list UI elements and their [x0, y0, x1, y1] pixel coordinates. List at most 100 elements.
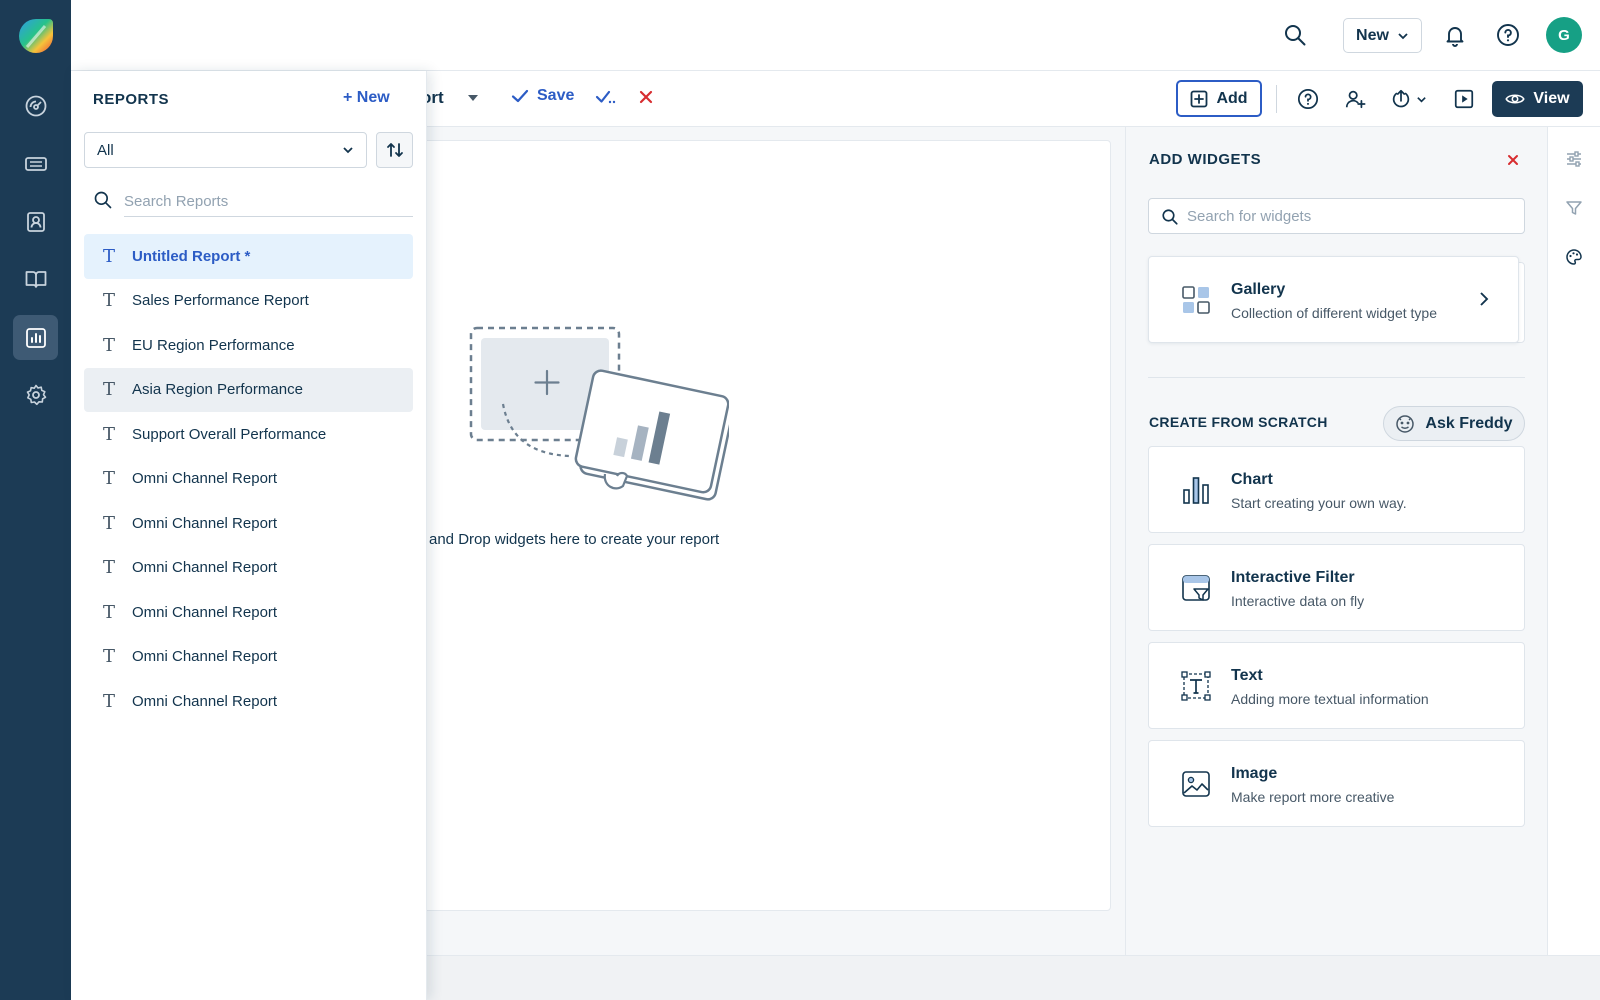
dropzone-instructions: and Drop widgets here to create your rep…: [429, 531, 720, 548]
sort-button[interactable]: [376, 132, 413, 168]
interactive-filter-widget-card[interactable]: Interactive Filter Interactive data on f…: [1148, 544, 1525, 631]
settings-sliders-button[interactable]: [1565, 150, 1583, 168]
app-logo-icon[interactable]: [17, 17, 55, 55]
palette-icon: [1566, 249, 1582, 265]
report-list-item[interactable]: T Untitled Report *: [84, 234, 413, 279]
image-widget-title: Image: [1231, 765, 1278, 782]
global-search-button[interactable]: [1282, 22, 1308, 48]
gallery-title: Gallery: [1231, 281, 1286, 298]
interactive-filter-widget-title: Interactive Filter: [1231, 569, 1355, 586]
help-icon: [1497, 24, 1519, 46]
add-widgets-panel: ADD WIDGETS Gallery Collection of differ…: [1125, 127, 1547, 955]
title-dropdown-button[interactable]: [466, 91, 480, 105]
save-as-button[interactable]: [595, 87, 617, 107]
report-list-item-label: Omni Channel Report: [132, 648, 278, 666]
ask-freddy-button[interactable]: Ask Freddy: [1383, 406, 1525, 441]
knowledge-base-icon: [25, 270, 46, 288]
gallery-icon: [1182, 286, 1210, 314]
report-list-item[interactable]: T Omni Channel Report: [84, 679, 413, 724]
close-icon: [1508, 155, 1518, 165]
save-label: Save: [537, 87, 575, 104]
toolbar-divider: [1276, 85, 1277, 113]
bell-icon: [1446, 27, 1464, 47]
presentation-mode-button[interactable]: [1453, 85, 1475, 113]
chart-widget-card[interactable]: Chart Start creating your own way.: [1148, 446, 1525, 533]
contacts-icon: [26, 211, 45, 232]
report-list-item[interactable]: T Omni Channel Report: [84, 590, 413, 635]
widgets-divider: [1148, 377, 1525, 378]
text-widget-card[interactable]: Text Adding more textual information: [1148, 642, 1525, 729]
gallery-card[interactable]: Gallery Collection of different widget t…: [1148, 256, 1519, 343]
report-list-item-label: Omni Channel Report: [132, 559, 278, 577]
view-button[interactable]: View: [1492, 81, 1583, 117]
report-list-item[interactable]: T Omni Channel Report: [84, 501, 413, 546]
chevron-down-icon: [1417, 96, 1426, 103]
user-avatar[interactable]: G: [1546, 17, 1582, 53]
chart-widget-title: Chart: [1231, 471, 1273, 488]
report-help-button[interactable]: [1297, 85, 1319, 113]
settings-icon: [26, 384, 46, 405]
gallery-subtitle: Collection of different widget type: [1231, 305, 1437, 321]
search-icon: [1285, 25, 1306, 46]
text-report-icon: T: [102, 468, 115, 490]
notifications-button[interactable]: [1442, 22, 1468, 48]
close-widgets-button[interactable]: [1506, 153, 1520, 167]
report-list-item-label: Asia Region Performance: [132, 381, 303, 399]
discard-button[interactable]: [637, 88, 655, 106]
theme-button[interactable]: [1565, 248, 1583, 266]
global-new-dropdown[interactable]: New: [1343, 18, 1422, 53]
reports-search-input[interactable]: [124, 187, 413, 217]
text-report-icon: T: [102, 512, 115, 534]
interactive-filter-widget-subtitle: Interactive data on fly: [1231, 593, 1365, 609]
text-widget-icon: [1181, 671, 1211, 701]
reports-heading: REPORTS: [93, 91, 170, 108]
nav-contacts[interactable]: [13, 199, 58, 244]
reports-filter-select[interactable]: All: [84, 132, 367, 168]
report-list-item[interactable]: T Omni Channel Report: [84, 635, 413, 680]
text-report-icon: T: [102, 646, 115, 668]
export-icon: [1392, 89, 1410, 108]
reports-list: T Untitled Report * T Sales Performance Rep…: [84, 234, 413, 724]
widget-search-input[interactable]: [1187, 202, 1517, 230]
check-icon: [511, 89, 529, 103]
text-report-icon: T: [102, 557, 115, 579]
export-dropdown-button[interactable]: [1390, 85, 1427, 113]
report-list-item-label: EU Region Performance: [132, 336, 295, 354]
nav-knowledge-base[interactable]: [13, 256, 58, 301]
reports-flyout: REPORTS + New All T Untitled Report * T Sal…: [71, 71, 427, 1000]
report-list-item[interactable]: T Omni Channel Report: [84, 546, 413, 591]
left-nav-rail: [0, 0, 71, 1000]
empty-canvas-illustration: [469, 326, 729, 501]
dashboard-icon: [25, 95, 46, 116]
nav-tickets[interactable]: [13, 141, 58, 186]
filter-icon: [1566, 201, 1582, 215]
report-list-item[interactable]: T Sales Performance Report: [84, 279, 413, 324]
filter-button[interactable]: [1565, 199, 1583, 217]
report-list-item[interactable]: T Omni Channel Report: [84, 457, 413, 502]
report-list-item[interactable]: T Support Overall Performance: [84, 412, 413, 457]
right-utility-rail: [1547, 127, 1600, 955]
chevron-down-icon: [343, 147, 353, 154]
reports-search: [93, 181, 413, 219]
help-button[interactable]: [1495, 22, 1521, 48]
search-icon: [1162, 209, 1178, 225]
image-widget-card[interactable]: Image Make report more creative: [1148, 740, 1525, 827]
report-list-item-label: Untitled Report *: [132, 247, 251, 265]
new-report-button[interactable]: + New: [343, 89, 390, 107]
add-widget-button[interactable]: Add: [1176, 80, 1262, 117]
check-more-icon: [595, 90, 616, 104]
save-button[interactable]: Save: [511, 87, 574, 105]
nav-analytics[interactable]: [13, 315, 58, 360]
report-list-item[interactable]: T EU Region Performance: [84, 323, 413, 368]
report-list-item-label: Omni Channel Report: [132, 514, 278, 532]
top-header: New G: [71, 0, 1600, 71]
report-list-item[interactable]: T Asia Region Performance: [84, 367, 413, 412]
text-report-icon: T: [102, 334, 115, 356]
nav-dashboard[interactable]: [13, 83, 58, 128]
nav-settings[interactable]: [13, 372, 58, 417]
chart-icon: [1183, 477, 1209, 504]
chevron-down-icon: [1398, 32, 1408, 39]
report-canvas-dropzone[interactable]: and Drop widgets here to create your rep…: [380, 140, 1111, 911]
share-with-user-button[interactable]: [1344, 85, 1366, 113]
report-list-item-label: Omni Channel Report: [132, 470, 278, 488]
